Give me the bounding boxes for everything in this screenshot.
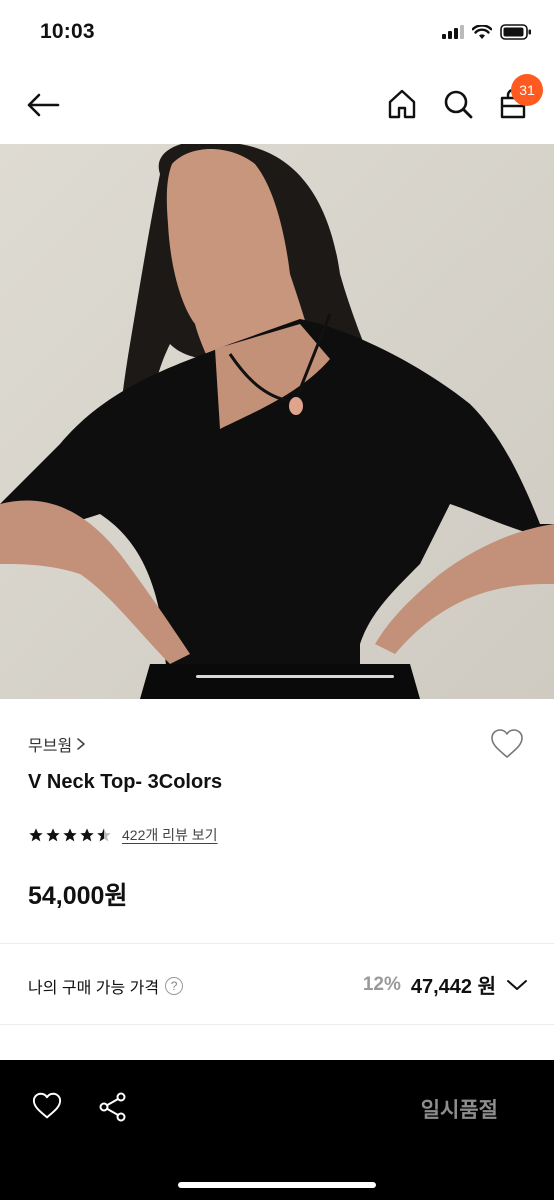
heart-outline-icon: [491, 729, 523, 758]
my-price-value-group: 12% 47,442 원: [363, 970, 528, 999]
share-icon: [99, 1092, 126, 1122]
status-time: 10:03: [40, 20, 95, 43]
image-carousel-indicator: [196, 675, 394, 678]
chevron-right-icon: [77, 738, 85, 750]
bottom-action-bar: 일시품절: [0, 1060, 554, 1200]
star-icon: [46, 828, 60, 842]
product-price: 54,000원: [28, 882, 128, 910]
star-icon: [63, 828, 77, 842]
wishlist-button[interactable]: [490, 728, 526, 762]
chevron-down-icon[interactable]: [506, 978, 528, 992]
divider: [0, 1024, 554, 1025]
my-price-label: 나의 구매 가능 가격: [28, 980, 160, 997]
sold-out-button[interactable]: 일시품절: [421, 1094, 498, 1124]
home-icon: [388, 89, 416, 119]
discount-rate: 12%: [362, 973, 401, 995]
rating-row: 422개 리뷰 보기: [28, 825, 218, 845]
wifi-icon: [472, 24, 492, 39]
back-button[interactable]: [24, 88, 62, 122]
heart-icon: [32, 1092, 62, 1119]
star-icon: [80, 828, 94, 842]
nav-bar: [0, 66, 554, 144]
brand-name: 무브웜: [28, 738, 73, 755]
my-price-row[interactable]: 나의 구매 가능 가격 ? 12% 47,442 원: [0, 944, 554, 1024]
search-icon: [444, 90, 473, 119]
bottom-wishlist-button[interactable]: [32, 1092, 64, 1122]
status-icons: [442, 24, 532, 40]
review-link[interactable]: 422개 리뷰 보기: [122, 825, 218, 845]
product-title: V Neck Top- 3Colors: [28, 771, 223, 793]
cart-count-badge: 31: [511, 74, 543, 106]
share-button[interactable]: [98, 1092, 128, 1122]
product-photo: [0, 144, 554, 699]
search-button[interactable]: [442, 88, 476, 122]
my-price-value: 47,442 원: [410, 976, 496, 998]
product-image[interactable]: [0, 144, 554, 699]
signal-icon: [442, 25, 464, 39]
back-arrow-icon: [27, 93, 60, 117]
star-icon: [29, 828, 43, 842]
status-bar: 10:03: [0, 0, 554, 66]
brand-link[interactable]: 무브웜: [28, 732, 86, 756]
help-icon[interactable]: ?: [165, 977, 184, 995]
home-button[interactable]: [386, 88, 420, 122]
home-indicator: [178, 1182, 376, 1188]
my-price-label-group: 나의 구매 가능 가격 ?: [28, 974, 184, 998]
battery-icon: [500, 24, 531, 40]
star-rating: [28, 827, 112, 843]
half-star-icon: [97, 828, 111, 842]
